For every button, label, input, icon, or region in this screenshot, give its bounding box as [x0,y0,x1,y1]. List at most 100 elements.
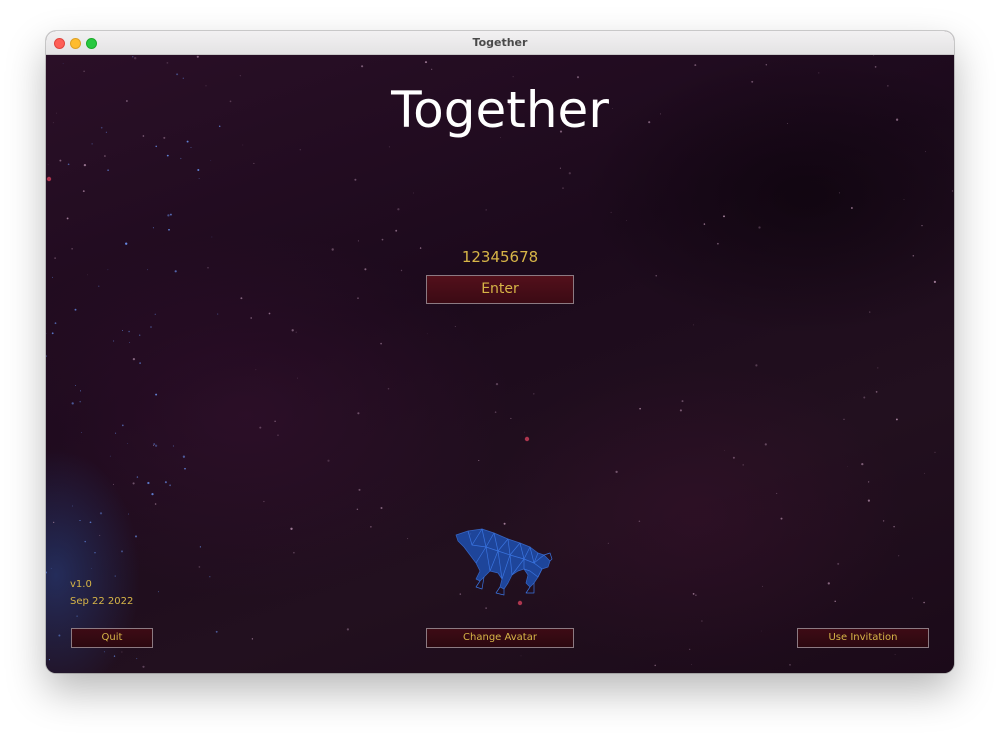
star [695,594,697,597]
star [91,143,93,145]
star [113,483,114,485]
star [154,503,157,505]
avatar-panther-icon [455,528,553,596]
star [99,534,101,536]
star [358,488,361,491]
star [679,409,682,412]
room-code-input[interactable]: 12345678 [46,248,954,266]
star [413,192,415,194]
star [47,164,49,166]
star [174,270,177,273]
page-title: Together [391,81,609,139]
use-invitation-button[interactable]: Use Invitation [797,628,929,648]
star [689,648,691,650]
star [169,484,171,487]
star [242,144,244,146]
star [251,638,254,640]
star [869,311,871,313]
window-title: Together [472,36,528,49]
star [875,391,878,393]
star [873,55,875,57]
star [837,562,840,565]
star [426,333,428,335]
star [877,367,879,369]
star [395,229,398,232]
star [407,538,409,540]
quit-button[interactable]: Quit [71,628,153,648]
star [139,334,141,336]
star [168,228,170,231]
star [354,178,357,181]
star [136,476,139,478]
star [207,266,209,269]
star [155,145,157,148]
star [562,187,564,189]
star [776,492,778,494]
star [198,566,201,568]
version-info: v1.0 Sep 22 2022 [70,576,133,610]
star [48,659,50,661]
star [512,76,514,78]
star [155,393,158,396]
star [495,382,499,386]
star [253,162,255,164]
change-avatar-button[interactable]: Change Avatar [426,628,574,648]
star [103,155,106,157]
star [125,242,128,245]
build-date-label: Sep 22 2022 [70,596,134,607]
star [86,274,88,276]
star [356,508,359,511]
star [380,507,383,509]
star [82,190,85,192]
star [755,364,758,367]
star [291,329,294,332]
star [46,571,48,574]
star [59,159,62,162]
star [217,313,219,315]
star [639,407,641,410]
star [210,160,212,161]
star [132,482,135,485]
star [843,418,845,420]
star [79,519,81,522]
star [827,582,830,585]
star [166,154,169,157]
star [934,451,936,454]
star [84,540,86,543]
star [81,432,82,433]
star [180,157,182,160]
star [895,418,898,421]
star [397,208,400,211]
star [89,521,92,524]
star [66,217,69,220]
star [169,213,172,216]
enter-button[interactable]: Enter [426,275,574,304]
star [277,434,279,436]
star [154,444,158,447]
star [74,308,77,311]
star [903,198,905,200]
star [290,527,293,530]
star [250,317,253,319]
star [94,552,96,554]
star [615,470,618,474]
red-star [46,176,52,182]
star [882,520,885,522]
star [758,226,761,229]
star [485,209,487,211]
star [142,665,145,668]
star [107,269,109,271]
star [54,322,57,325]
star [761,630,762,632]
star [268,312,271,315]
star [701,620,703,622]
star [164,481,167,484]
red-star [524,436,530,442]
star [158,591,159,593]
star [209,576,211,578]
star [724,450,725,452]
star [263,500,265,503]
star [147,481,150,485]
star [239,75,241,77]
star [259,426,262,429]
